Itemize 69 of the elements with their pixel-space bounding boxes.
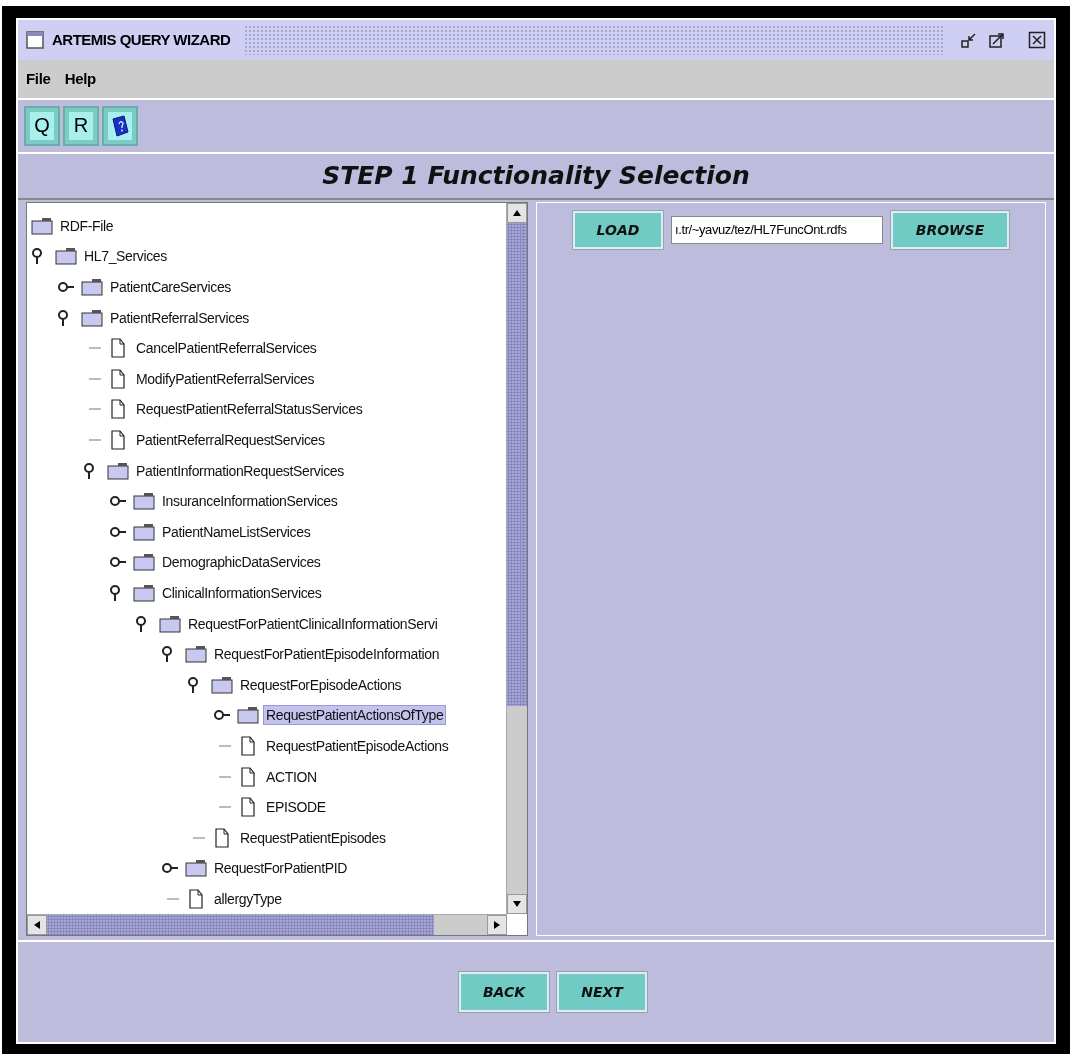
tree-item[interactable]: HL7_Services: [81, 246, 170, 267]
window-icon: [26, 30, 44, 49]
help-button[interactable]: [102, 105, 138, 146]
tree-connector: [193, 836, 205, 839]
load-button[interactable]: LOAD: [573, 210, 663, 249]
scroll-right-icon: [494, 921, 500, 930]
tree-connector: [89, 347, 101, 350]
scroll-left-icon: [34, 921, 40, 930]
tree-item[interactable]: InsuranceInformationServices: [159, 491, 341, 512]
tree-connector: [219, 806, 231, 809]
step-heading: STEP 1 Functionality Selection: [322, 161, 750, 191]
tree-connector: [89, 408, 101, 411]
toolbar-button[interactable]: R: [63, 105, 99, 146]
folder-icon: [107, 461, 129, 480]
tree-item[interactable]: RequestForEpisodeActions: [237, 674, 405, 695]
menu-item[interactable]: Help: [64, 70, 96, 88]
tree-item[interactable]: PatientReferralServices: [107, 307, 252, 328]
back-button[interactable]: BACK: [459, 972, 549, 1013]
maximize-icon[interactable]: [988, 30, 1006, 49]
tree-connector: [167, 897, 179, 900]
tree-item[interactable]: DemographicDataServices: [159, 552, 324, 573]
tree-item[interactable]: PatientNameListServices: [159, 521, 314, 542]
folder-icon: [55, 247, 77, 266]
folder-icon: [31, 216, 53, 235]
tree-item[interactable]: ClinicalInformationServices: [159, 583, 325, 603]
horizontal-scrollbar[interactable]: [27, 914, 507, 936]
tree-item[interactable]: RequestForPatientPID: [211, 858, 351, 879]
window-title: ARTEMIS QUERY WIZARD: [52, 31, 231, 49]
tree-connector: [89, 377, 101, 380]
toolbar-button[interactable]: Q: [24, 105, 60, 146]
folder-icon: [133, 522, 155, 541]
tree-item[interactable]: RequestForPatientEpisodeInformation: [211, 644, 443, 665]
folder-icon: [185, 859, 207, 878]
folder-icon: [133, 584, 155, 602]
scroll-down-icon: [513, 901, 521, 908]
tree-item[interactable]: PatientCareServices: [107, 277, 234, 298]
tree-item[interactable]: RequestPatientReferralStatusServices: [133, 399, 366, 420]
minimize-icon[interactable]: [960, 30, 978, 49]
folder-icon: [185, 645, 207, 664]
tree-item[interactable]: RDF-File: [57, 215, 117, 236]
tree-item[interactable]: RequestPatientEpisodeActions: [263, 735, 452, 756]
tree-item[interactable]: EPISODE: [263, 797, 329, 818]
browse-button[interactable]: BROWSE: [891, 210, 1009, 249]
next-button[interactable]: NEXT: [557, 972, 647, 1013]
tree-item[interactable]: ModifyPatientReferralServices: [133, 368, 318, 389]
menu-item[interactable]: File: [26, 70, 51, 88]
folder-icon: [133, 492, 155, 511]
tree-item[interactable]: PatientInformationRequestServices: [133, 460, 347, 481]
vertical-scrollbar[interactable]: [506, 202, 527, 915]
tree-item[interactable]: allergyType: [211, 888, 285, 909]
folder-icon: [211, 675, 233, 694]
folder-icon: [81, 278, 103, 297]
help-book-icon: [110, 114, 130, 137]
tree-connector: [89, 439, 101, 442]
tree-connector: [219, 775, 231, 778]
tree-item[interactable]: RequestForPatientClinicalInformationServi: [185, 613, 441, 634]
tree-item[interactable]: RequestPatientEpisodes: [237, 827, 389, 848]
tree-item[interactable]: PatientReferralRequestServices: [133, 430, 328, 451]
folder-icon: [133, 553, 155, 572]
path-field[interactable]: ı.tr/~yavuz/tez/HL7FuncOnt.rdfs: [671, 215, 883, 244]
folder-icon: [159, 614, 181, 633]
tree-item[interactable]: RequestPatientActionsOfType: [263, 705, 447, 726]
tree-item[interactable]: CancelPatientReferralServices: [133, 338, 320, 359]
folder-icon: [81, 308, 103, 327]
folder-icon: [237, 706, 259, 725]
close-icon[interactable]: [1028, 30, 1046, 49]
tree-connector: [219, 744, 231, 747]
tree-item[interactable]: ACTION: [263, 766, 320, 787]
scroll-up-icon: [513, 209, 521, 216]
